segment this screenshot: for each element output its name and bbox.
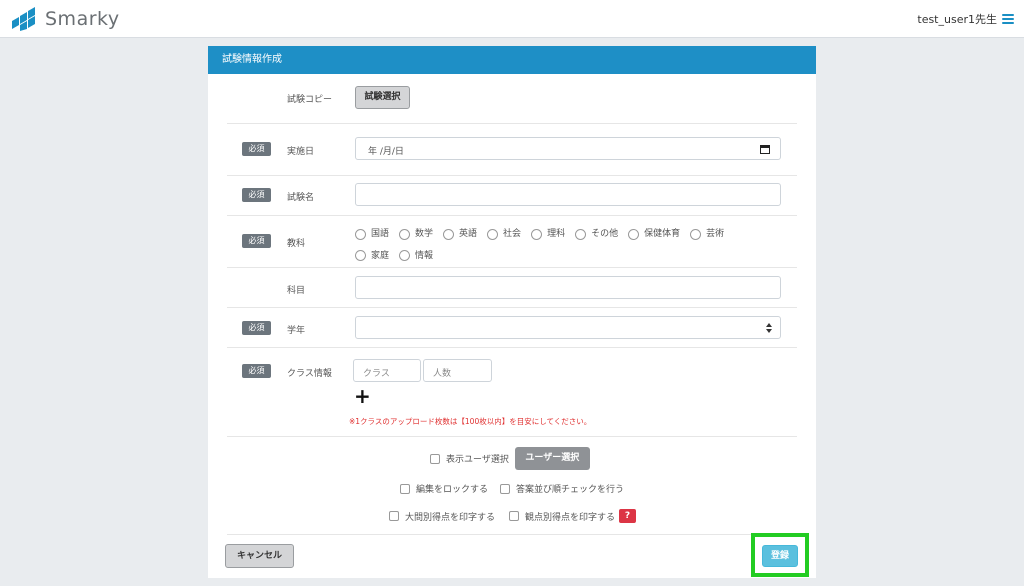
top-bar: Smarky test_user1先生: [0, 0, 1024, 38]
cancel-button[interactable]: キャンセル: [225, 544, 294, 568]
hamburger-menu-icon[interactable]: [1002, 14, 1014, 24]
student-count-placeholder: 人数: [433, 369, 452, 379]
subject-radio[interactable]: 芸術: [690, 225, 724, 243]
help-icon[interactable]: ?: [619, 509, 637, 523]
class-label: クラス情報: [287, 369, 332, 379]
logo-text: Smarky: [45, 8, 120, 30]
select-arrows-icon: [766, 323, 772, 333]
lock-edit-checkbox[interactable]: 編集をロックする: [400, 482, 488, 495]
grade-row: 必須 学年: [227, 308, 797, 348]
subject-label: 教科: [287, 239, 306, 249]
subject-radio[interactable]: 社会: [487, 225, 521, 243]
user-name: test_user1先生: [917, 13, 997, 26]
panel-title: 試験情報作成: [208, 46, 816, 74]
subject-radio[interactable]: 理科: [531, 225, 565, 243]
lock-check-group: 編集をロックする 答案並び順チェックを行う: [400, 482, 624, 495]
required-badge: 必須: [242, 364, 271, 378]
required-badge: 必須: [242, 188, 271, 202]
required-badge: 必須: [242, 142, 271, 156]
course-label: 科目: [287, 286, 306, 296]
upload-note: ※1クラスのアップロード枚数は【100枚以内】を目安にしてください。: [349, 417, 592, 426]
student-count-input[interactable]: 人数: [423, 359, 492, 382]
exam-select-button[interactable]: 試験選択: [355, 86, 410, 109]
subject-radio[interactable]: 家庭: [355, 247, 389, 265]
subject-radio[interactable]: 保健体育: [628, 225, 680, 243]
exam-create-panel: 試験情報作成 試験コピー 試験選択 必須 実施日 年 /月/日 必須 試験名 必…: [208, 46, 816, 578]
date-placeholder: 年 /月/日: [368, 147, 404, 157]
date-input[interactable]: 年 /月/日: [355, 137, 781, 160]
required-badge: 必須: [242, 234, 271, 248]
exam-name-label: 試験名: [287, 193, 315, 203]
exam-copy-row: 試験コピー 試験選択: [227, 74, 797, 124]
calendar-icon[interactable]: [760, 144, 770, 154]
options-row: 表示ユーザ選択 ユーザー選択 編集をロックする 答案並び順チェックを行う 大問別…: [227, 437, 797, 535]
print-group: 大問別得点を印字する 観点別得点を印字する ?: [389, 509, 637, 523]
grade-label: 学年: [287, 326, 306, 336]
submit-highlight: 登録: [751, 533, 809, 577]
show-user-checkbox[interactable]: 表示ユーザ選択: [430, 452, 509, 465]
print-view-score-checkbox[interactable]: 観点別得点を印字する: [509, 510, 615, 523]
exam-copy-label: 試験コピー: [287, 95, 333, 105]
user-menu[interactable]: test_user1先生: [917, 11, 1014, 27]
grade-select[interactable]: [355, 316, 781, 339]
exam-name-input[interactable]: [355, 183, 781, 206]
course-row: 科目: [227, 268, 797, 308]
subject-row: 必須 教科 国語 数学 英語 社会 理科 その他 保健体育 芸術家庭 情報: [227, 216, 797, 268]
class-name-placeholder: クラス: [363, 369, 390, 379]
subject-radio[interactable]: 情報: [399, 247, 433, 265]
user-select-button[interactable]: ユーザー選択: [514, 447, 590, 470]
subject-radio[interactable]: 国語: [355, 225, 389, 243]
subject-radio[interactable]: 数学: [399, 225, 433, 243]
add-class-icon[interactable]: +: [354, 386, 371, 406]
show-user-group: 表示ユーザ選択 ユーザー選択: [430, 447, 590, 470]
print-large-score-checkbox[interactable]: 大問別得点を印字する: [389, 510, 495, 523]
subject-radio[interactable]: 英語: [443, 225, 477, 243]
class-name-input[interactable]: クラス: [353, 359, 421, 382]
exam-name-row: 必須 試験名: [227, 176, 797, 216]
date-label: 実施日: [287, 147, 315, 157]
class-row: 必須 クラス情報 クラス 人数 + ※1クラスのアップロード枚数は【100枚以内…: [227, 348, 797, 437]
subject-radio[interactable]: その他: [575, 225, 618, 243]
answer-order-checkbox[interactable]: 答案並び順チェックを行う: [500, 482, 624, 495]
logo[interactable]: Smarky: [10, 7, 120, 31]
course-input[interactable]: [355, 276, 781, 299]
required-badge: 必須: [242, 321, 271, 335]
submit-button[interactable]: 登録: [762, 545, 798, 567]
logo-icon: [12, 7, 35, 31]
date-row: 必須 実施日 年 /月/日: [227, 124, 797, 176]
subject-radio-group: 国語 数学 英語 社会 理科 その他 保健体育 芸術家庭 情報: [355, 225, 775, 268]
